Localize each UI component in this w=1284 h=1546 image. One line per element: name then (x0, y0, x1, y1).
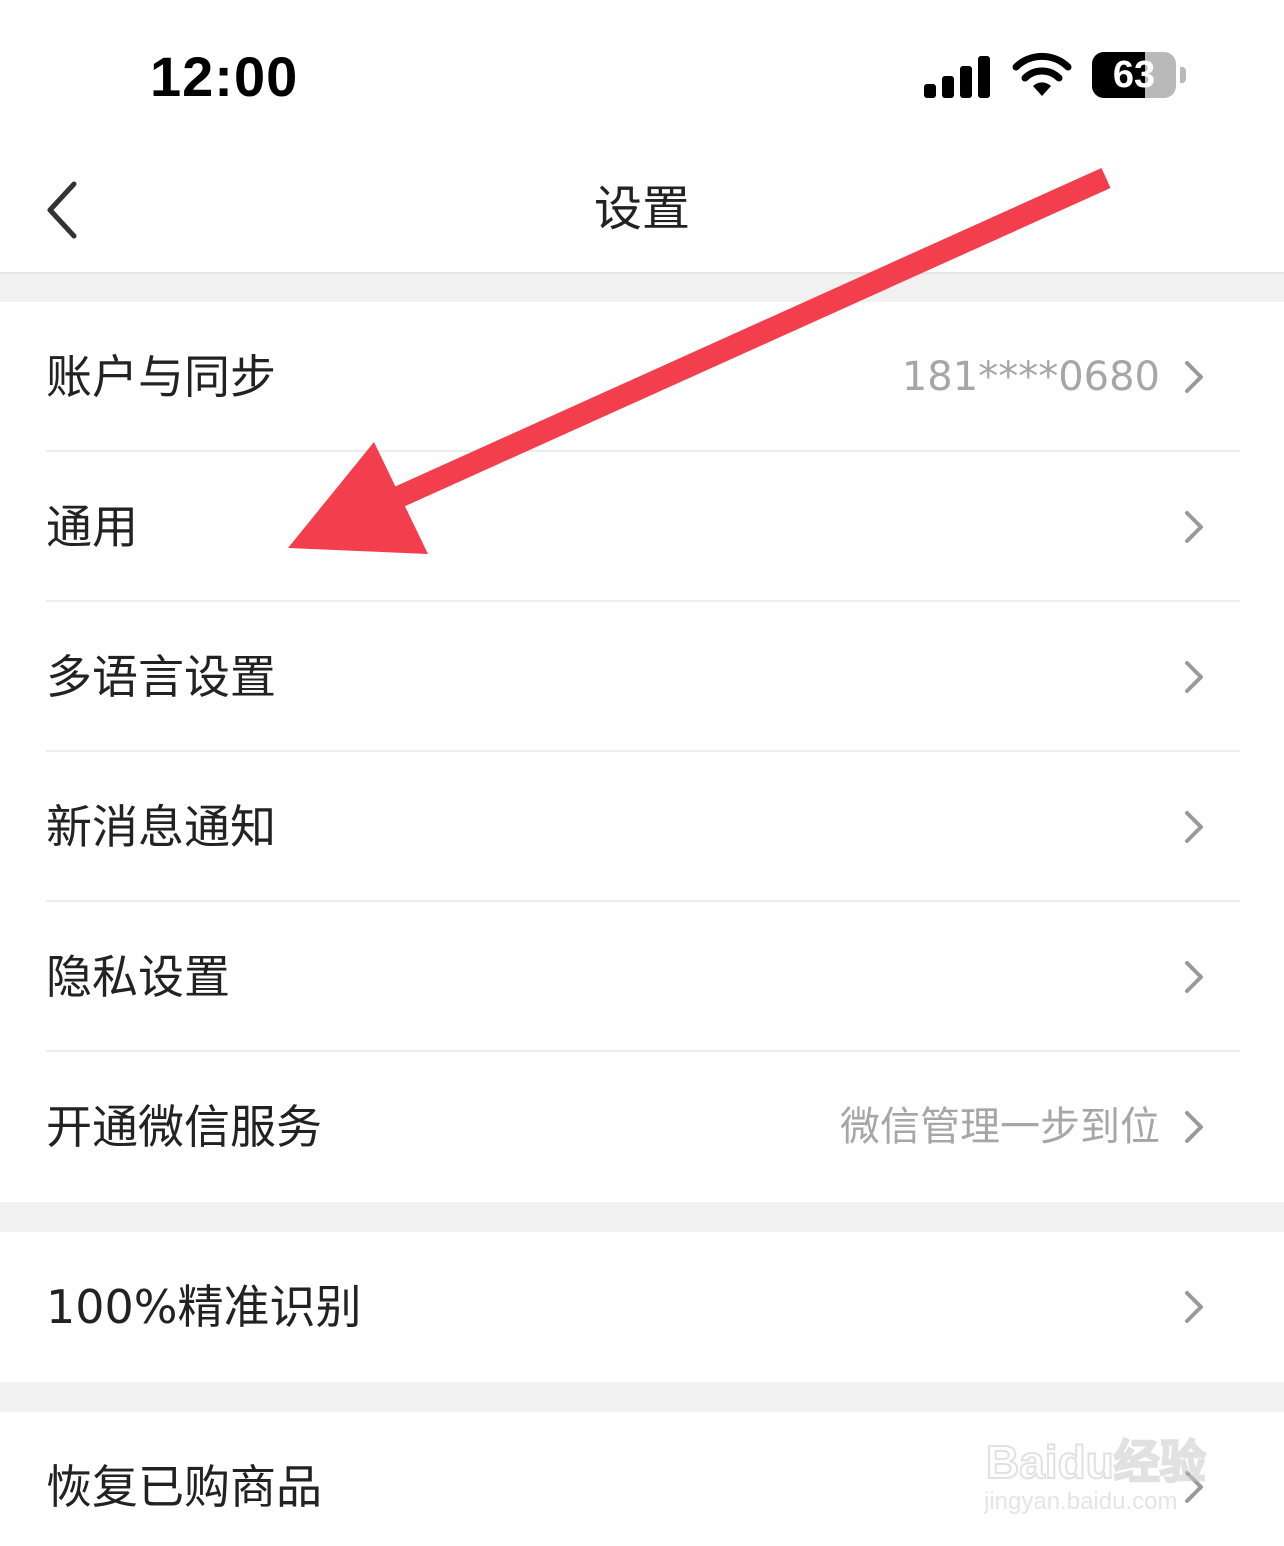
chevron-right-icon (1185, 1291, 1203, 1323)
row-label: 恢复已购商品 (46, 1460, 322, 1514)
settings-group-main: 账户与同步 181****0680 通用 多语言设置 新消息通知 隐私设置 开通… (0, 302, 1284, 1202)
row-privacy[interactable]: 隐私设置 (0, 902, 1284, 1052)
back-button[interactable] (30, 172, 100, 248)
row-label: 多语言设置 (46, 650, 276, 704)
row-account-sync[interactable]: 账户与同步 181****0680 (0, 302, 1284, 452)
row-language[interactable]: 多语言设置 (0, 602, 1284, 752)
section-separator (0, 274, 1284, 302)
section-separator (0, 1202, 1284, 1232)
row-wechat-service[interactable]: 开通微信服务 微信管理一步到位 (0, 1052, 1284, 1202)
battery-icon: 63 (1092, 52, 1188, 100)
row-label: 账户与同步 (46, 350, 276, 404)
row-notifications[interactable]: 新消息通知 (0, 752, 1284, 902)
settings-screen: 12:00 63 设置 账户与同步 181****0680 通用 多语言设置 新… (0, 0, 1284, 1546)
status-bar: 12:00 63 (0, 0, 1284, 150)
row-label: 100%精准识别 (46, 1280, 362, 1334)
row-label: 新消息通知 (46, 800, 276, 854)
row-general[interactable]: 通用 (0, 452, 1284, 602)
row-accurate-recognition[interactable]: 100%精准识别 (0, 1232, 1284, 1382)
chevron-right-icon (1185, 361, 1203, 393)
navigation-bar: 设置 (0, 150, 1284, 274)
row-label: 隐私设置 (46, 950, 230, 1004)
watermark-url: jingyan.baidu.com (984, 1488, 1178, 1515)
battery-level: 63 (1112, 54, 1156, 96)
chevron-left-icon (47, 181, 77, 239)
status-time: 12:00 (150, 45, 299, 108)
page-title: 设置 (593, 181, 690, 237)
row-label: 开通微信服务 (46, 1100, 322, 1154)
wifi-icon (1012, 52, 1072, 96)
row-label: 通用 (46, 500, 138, 554)
account-number: 181****0680 (901, 354, 1160, 400)
chevron-right-icon (1185, 1111, 1203, 1143)
row-hint: 微信管理一步到位 (840, 1104, 1160, 1150)
chevron-right-icon (1185, 961, 1203, 993)
watermark-brand: Baidu经验 (985, 1435, 1207, 1489)
settings-group-recognition: 100%精准识别 (0, 1232, 1284, 1382)
chevron-right-icon (1185, 511, 1203, 543)
chevron-right-icon (1185, 811, 1203, 843)
signal-icon (924, 56, 990, 98)
baidu-watermark: Baidu经验 jingyan.baidu.com (980, 1408, 1230, 1528)
chevron-right-icon (1185, 661, 1203, 693)
